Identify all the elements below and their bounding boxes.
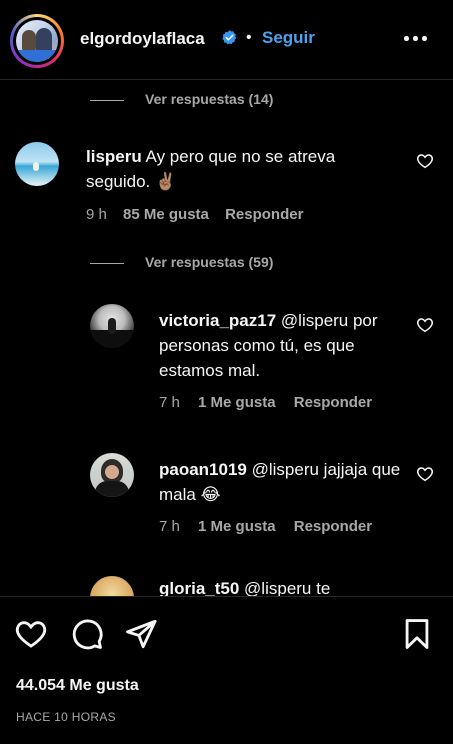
post-header: elgordoylaflaca • Seguir <box>0 0 453 80</box>
post-timestamp: HACE 10 HORAS <box>16 710 116 724</box>
comment-body: lisperu Ay pero que no se atreva seguido… <box>86 144 396 194</box>
avatar-image <box>16 20 58 62</box>
follow-button[interactable]: Seguir <box>262 28 315 48</box>
comment-meta: 9 h 85 Me gusta Responder <box>86 206 303 223</box>
comment-time: 9 h <box>86 206 107 223</box>
username[interactable]: elgordoylaflaca <box>80 29 205 49</box>
comment-body: victoria_paz17 @lisperu por personas com… <box>159 308 404 383</box>
comment-meta: 7 h 1 Me gusta Responder <box>159 394 372 411</box>
divider-line <box>90 263 124 264</box>
comment-avatar[interactable] <box>90 304 134 348</box>
avatar-border <box>13 17 61 65</box>
comment-username[interactable]: gloria_t50 <box>159 579 239 596</box>
comment-avatar[interactable] <box>15 142 59 186</box>
comment-body: paoan1019 @lisperu jajjaja que mala 😂 <box>159 457 404 507</box>
reply-button[interactable]: Responder <box>225 206 303 223</box>
reply-button[interactable]: Responder <box>294 518 372 535</box>
like-comment-heart-icon[interactable] <box>416 316 434 334</box>
post-likes-count[interactable]: 44.054 Me gusta <box>16 677 139 695</box>
like-comment-heart-icon[interactable] <box>416 465 434 483</box>
share-send-icon[interactable] <box>124 617 158 651</box>
comment-avatar[interactable] <box>90 453 134 497</box>
bookmark-icon[interactable] <box>400 617 434 651</box>
view-replies-button[interactable]: Ver respuestas (14) <box>90 91 310 111</box>
comment-likes[interactable]: 85 Me gusta <box>123 206 209 223</box>
view-replies-button[interactable]: Ver respuestas (59) <box>90 254 310 274</box>
profile-avatar[interactable] <box>10 14 64 68</box>
verified-badge-icon <box>222 30 237 45</box>
comment-username[interactable]: victoria_paz17 <box>159 311 276 330</box>
comment-username[interactable]: lisperu <box>86 147 142 166</box>
comment-username[interactable]: paoan1019 <box>159 460 247 479</box>
divider-line <box>90 100 124 101</box>
comment-text: @lisperu te <box>244 579 331 596</box>
comment-likes[interactable]: 1 Me gusta <box>198 394 276 411</box>
comment-time: 7 h <box>159 394 180 411</box>
comment-meta: 7 h 1 Me gusta Responder <box>159 518 372 535</box>
comment-time: 7 h <box>159 518 180 535</box>
like-comment-heart-icon[interactable] <box>416 152 434 170</box>
post-actions-footer: 44.054 Me gusta HACE 10 HORAS <box>0 596 453 744</box>
reply-button[interactable]: Responder <box>294 394 372 411</box>
comment-bubble-icon[interactable] <box>70 617 104 651</box>
comment-avatar[interactable] <box>90 576 134 596</box>
more-options-icon[interactable] <box>400 30 430 46</box>
comment-body: gloria_t50 @lisperu te <box>159 576 404 596</box>
comments-list[interactable]: Ver respuestas (14) lisperu Ay pero que … <box>0 80 453 596</box>
separator-dot: • <box>246 29 252 46</box>
comment-likes[interactable]: 1 Me gusta <box>198 518 276 535</box>
like-heart-icon[interactable] <box>14 617 48 651</box>
